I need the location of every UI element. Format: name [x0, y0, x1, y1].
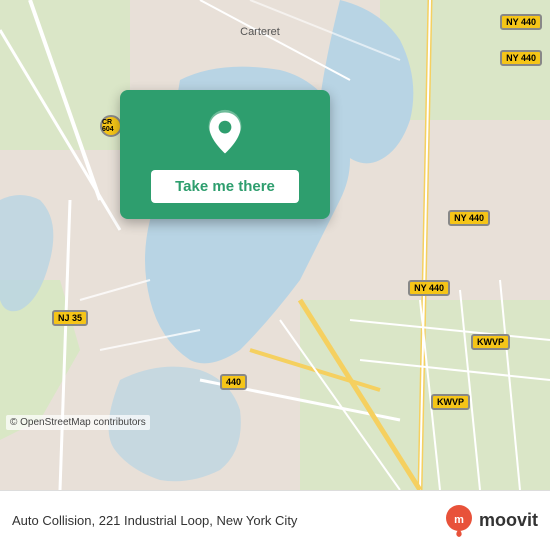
ny440-badge-top2: NY 440	[500, 50, 542, 66]
take-me-there-button[interactable]: Take me there	[151, 170, 299, 203]
location-pin-icon	[200, 108, 250, 158]
carteret-label: Carteret	[240, 26, 280, 38]
kwvp-badge-1: KWVP	[431, 394, 470, 410]
location-title: Auto Collision, 221 Industrial Loop, New…	[12, 513, 443, 528]
svg-text:m: m	[454, 514, 464, 526]
ny440-badge-mid: NY 440	[448, 210, 490, 226]
action-card[interactable]: Take me there	[120, 90, 330, 219]
ny440-badge-top: NY 440	[500, 14, 542, 30]
440-badge-bottom: 440	[220, 374, 247, 390]
nj35-badge: NJ 35	[52, 310, 88, 326]
moovit-brand-icon: m	[443, 505, 475, 537]
map-attribution: © OpenStreetMap contributors	[6, 415, 150, 430]
moovit-text-label: moovit	[479, 510, 538, 531]
ny440-badge-mid2: NY 440	[408, 280, 450, 296]
kwvp-badge-2: KWVP	[471, 334, 510, 350]
cr604-badge: CR 604	[100, 115, 122, 137]
bottom-bar: Auto Collision, 221 Industrial Loop, New…	[0, 490, 550, 550]
map-view: Carteret NY 440 NY 440 NY 440 NY 440 440…	[0, 0, 550, 490]
moovit-logo: m moovit	[443, 505, 538, 537]
